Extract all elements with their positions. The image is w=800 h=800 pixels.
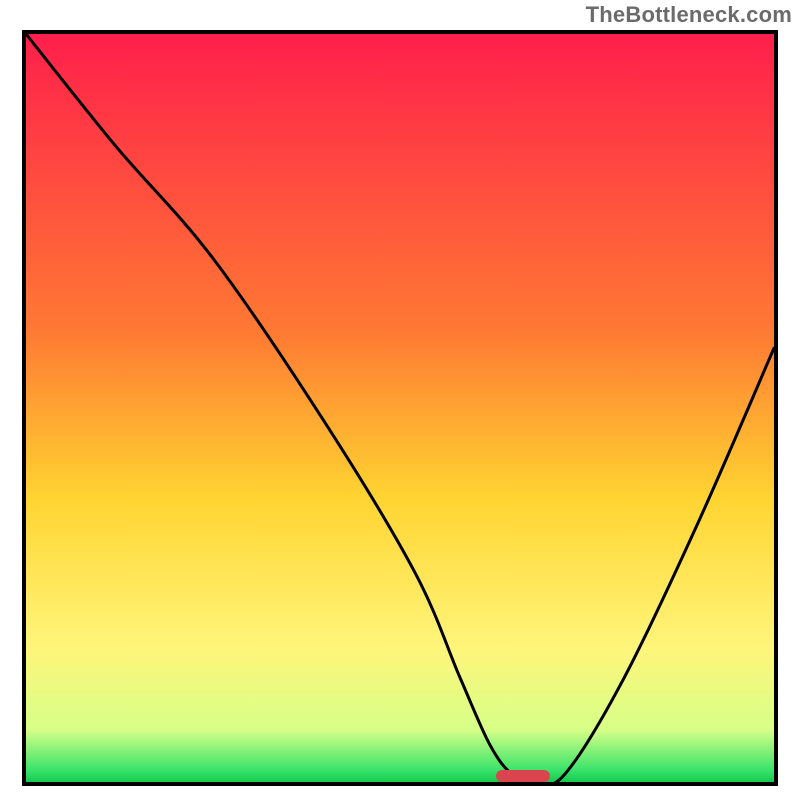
optimal-marker — [496, 770, 550, 782]
plot-area — [22, 30, 778, 786]
plot-border — [22, 30, 778, 786]
bottleneck-curve-svg — [26, 34, 774, 782]
bottleneck-curve — [26, 34, 774, 782]
watermark-text: TheBottleneck.com — [586, 2, 792, 28]
chart-frame: TheBottleneck.com — [0, 0, 800, 800]
